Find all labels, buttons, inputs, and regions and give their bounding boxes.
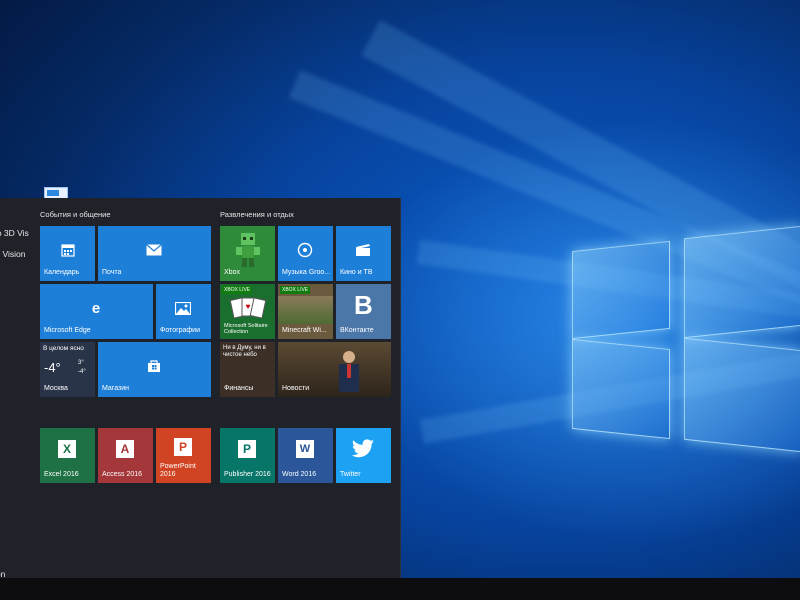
tile-twitter[interactable]: Twitter xyxy=(336,428,391,483)
tile-calendar[interactable]: Календарь xyxy=(40,226,95,281)
access-icon: A xyxy=(116,440,134,458)
tile-xbox[interactable]: Xbox xyxy=(220,226,275,281)
xbox-live-badge: XBOX LIVE xyxy=(280,286,311,294)
logo-pane xyxy=(684,337,800,453)
tile-label: Twitter xyxy=(340,471,361,478)
logo-pane xyxy=(684,225,800,339)
minecraft-artwork xyxy=(278,296,333,324)
tile-label: Excel 2016 xyxy=(44,471,79,478)
tile-label: Новости xyxy=(282,385,310,392)
weather-city: Москва xyxy=(44,385,68,392)
app-list-item[interactable]: ion xyxy=(0,569,5,578)
logo-pane xyxy=(572,338,670,440)
tile-label: Microsoft Edge xyxy=(44,327,91,334)
photos-icon xyxy=(175,301,191,315)
tile-finance[interactable]: Ни в Думу, ни в чистое небо Финансы xyxy=(220,342,275,397)
tile-news[interactable]: Новости xyxy=(278,342,391,397)
tile-label: Музыка Groo... xyxy=(282,269,331,276)
tile-label: PowerPoint 2016 xyxy=(160,463,196,478)
tile-vk[interactable]: B ВКонтакте xyxy=(336,284,391,339)
group-title-entertainment[interactable]: Развлечения и отдых xyxy=(220,210,294,219)
tile-label: Финансы xyxy=(224,385,254,392)
tile-powerpoint[interactable]: P PowerPoint 2016 xyxy=(156,428,211,483)
app-list-item[interactable]: D Vision xyxy=(0,249,26,259)
tile-weather[interactable]: В целом ясно -4° 3° -4° Москва xyxy=(40,342,95,397)
tile-mail[interactable]: Почта xyxy=(98,226,211,281)
tile-label: Магазин xyxy=(102,385,130,392)
word-icon: W xyxy=(296,440,314,458)
app-list-item[interactable]: ro 3D Vis xyxy=(0,228,29,238)
logo-pane xyxy=(572,240,670,340)
clapper-icon xyxy=(355,242,371,258)
xbox-character xyxy=(234,232,262,268)
news-photo xyxy=(336,348,362,392)
tile-store[interactable]: Магазин xyxy=(98,342,211,397)
tile-minecraft[interactable]: XBOX LIVE Minecraft Wi... xyxy=(278,284,333,339)
vk-logo-icon: B xyxy=(354,290,373,320)
start-menu: ro 3D Vis D Vision ion События и общение… xyxy=(0,198,401,578)
tile-solitaire[interactable]: XBOX LIVE ♥ Microsoft Solitaire Collecti… xyxy=(220,284,275,339)
publisher-icon: P xyxy=(238,440,256,458)
twitter-bird-icon xyxy=(350,438,376,460)
calendar-icon xyxy=(60,242,76,258)
edge-icon: e xyxy=(91,299,101,317)
groove-icon xyxy=(297,242,313,258)
tile-label: Publisher 2016 xyxy=(224,471,271,478)
tile-label: Access 2016 xyxy=(102,471,143,478)
excel-icon: X xyxy=(58,440,76,458)
weather-high: 3° xyxy=(78,360,84,366)
tile-label: Xbox xyxy=(224,269,240,276)
tile-label: Календарь xyxy=(44,269,80,276)
tile-label: Фотографии xyxy=(160,327,201,334)
tile-publisher[interactable]: P Publisher 2016 xyxy=(220,428,275,483)
svg-text:♥: ♥ xyxy=(246,302,251,311)
app-list: ro 3D Vis D Vision ion xyxy=(0,198,34,578)
tile-label: Word 2016 xyxy=(282,471,317,478)
tile-word[interactable]: W Word 2016 xyxy=(278,428,333,483)
powerpoint-icon: P xyxy=(174,438,192,456)
tile-label: Minecraft Wi... xyxy=(282,327,327,334)
tile-movies[interactable]: Кино и ТВ xyxy=(336,226,391,281)
cards-icon: ♥ xyxy=(228,296,268,322)
tile-excel[interactable]: X Excel 2016 xyxy=(40,428,95,483)
tile-groove[interactable]: Музыка Groo... xyxy=(278,226,333,281)
tile-label: ВКонтакте xyxy=(340,327,374,334)
tile-label: Microsoft Solitaire Collection xyxy=(224,323,268,335)
weather-temp: -4° xyxy=(44,360,61,375)
tile-access[interactable]: A Access 2016 xyxy=(98,428,153,483)
taskbar[interactable] xyxy=(0,578,800,600)
mail-icon xyxy=(146,243,162,257)
tile-label: Почта xyxy=(102,269,122,276)
weather-low: -4° xyxy=(78,369,86,375)
xbox-live-badge: XBOX LIVE xyxy=(222,286,253,294)
tile-edge[interactable]: e Microsoft Edge xyxy=(40,284,153,339)
tile-photos[interactable]: Фотографии xyxy=(156,284,211,339)
tile-label: Кино и ТВ xyxy=(340,269,373,276)
group-title-events[interactable]: События и общение xyxy=(40,210,111,219)
finance-headline: Ни в Думу, ни в чистое небо xyxy=(223,345,266,358)
weather-condition: В целом ясно xyxy=(43,345,84,352)
store-icon xyxy=(146,358,162,374)
